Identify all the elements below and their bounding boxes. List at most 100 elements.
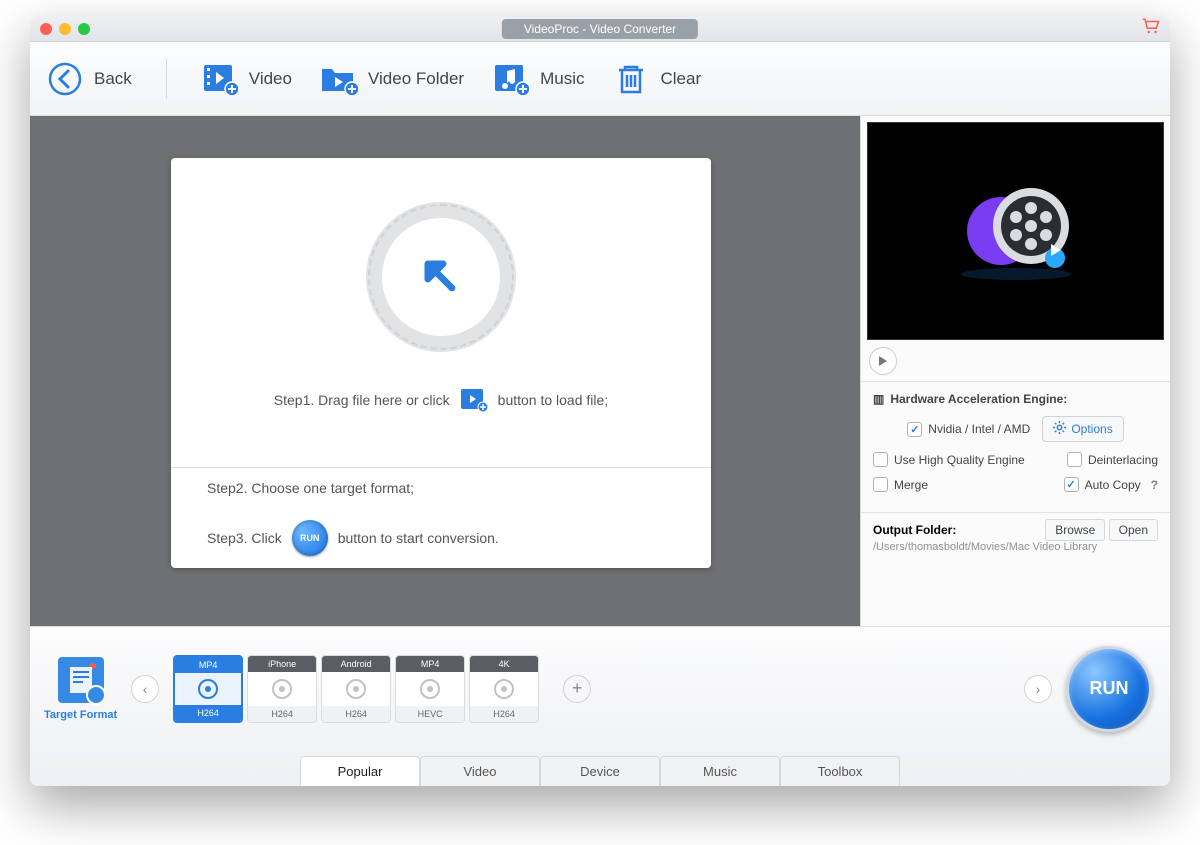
add-video-button[interactable]: Video	[201, 60, 292, 98]
preset-prev-button[interactable]: ‹	[131, 675, 159, 703]
nvidia-checkbox[interactable]	[907, 422, 922, 437]
footer: Target Format ‹ MP4H264iPhoneH264Android…	[30, 626, 1170, 786]
maximize-icon[interactable]	[78, 23, 90, 35]
target-format-label: Target Format	[44, 709, 117, 721]
options-button[interactable]: Options	[1042, 416, 1123, 442]
preset-top-label: MP4	[175, 657, 241, 673]
video-icon	[201, 60, 239, 98]
preset-top-label: Android	[322, 656, 390, 672]
tab-toolbox[interactable]: Toolbox	[780, 756, 900, 786]
help-icon[interactable]: ?	[1151, 478, 1158, 492]
preset-mid-icon	[175, 673, 241, 705]
separator	[166, 59, 167, 99]
merge-checkbox[interactable]	[873, 477, 888, 492]
minimize-icon[interactable]	[59, 23, 71, 35]
preset-list: MP4 H264 iPhone H264 Android H264 MP4 HEVC 4K H26…	[173, 655, 539, 723]
folder-icon	[320, 60, 358, 98]
preset-bot-label: H264	[248, 706, 316, 722]
output-folder-panel: Output Folder: Browse Open /Users/thomas…	[861, 512, 1170, 563]
target-format-icon[interactable]	[58, 657, 104, 703]
preset-mid-icon	[322, 672, 390, 706]
hw-accel-title: ▥ Hardware Acceleration Engine:	[873, 392, 1158, 406]
clear-button[interactable]: Clear	[612, 60, 701, 98]
deinterlace-label: Deinterlacing	[1088, 453, 1158, 467]
output-path: /Users/thomasboldt/Movies/Mac Video Libr…	[873, 541, 1158, 553]
play-button[interactable]	[869, 347, 897, 375]
run-mini-icon: RUN	[292, 520, 328, 556]
drop-card[interactable]: Step1. Drag file here or click button to…	[171, 158, 711, 568]
open-button[interactable]: Open	[1109, 519, 1158, 541]
add-music-button[interactable]: Music	[492, 60, 584, 98]
nvidia-label: Nvidia / Intel / AMD	[928, 422, 1030, 436]
preset-iphone-h264[interactable]: iPhone H264	[247, 655, 317, 723]
back-button[interactable]: Back	[46, 60, 132, 98]
preview-controls	[861, 340, 1170, 382]
preset-next-button[interactable]: ›	[1024, 675, 1052, 703]
autocopy-label: Auto Copy	[1085, 478, 1141, 492]
preset-mid-icon	[248, 672, 316, 706]
tab-music[interactable]: Music	[660, 756, 780, 786]
hq-checkbox[interactable]	[873, 452, 888, 467]
preset-mp4-hevc[interactable]: MP4 HEVC	[395, 655, 465, 723]
tab-popular[interactable]: Popular	[300, 756, 420, 786]
run-button[interactable]: RUN	[1066, 646, 1152, 732]
cart-icon[interactable]	[1142, 18, 1160, 39]
preset-bot-label: HEVC	[396, 706, 464, 722]
preset-bot-label: H264	[175, 705, 241, 721]
app-logo-icon	[951, 166, 1081, 296]
drop-circle-icon	[366, 202, 516, 352]
drop-zone-pane: Step1. Drag file here or click button to…	[30, 116, 860, 626]
trash-icon	[612, 60, 650, 98]
deinterlace-checkbox[interactable]	[1067, 452, 1082, 467]
target-format-label-block: Target Format	[44, 657, 117, 721]
merge-label: Merge	[894, 478, 928, 492]
preset-mid-icon	[470, 672, 538, 706]
chip-icon: ▥	[873, 392, 884, 406]
hq-label: Use High Quality Engine	[894, 453, 1025, 467]
window-controls	[40, 23, 90, 35]
content-area: Step1. Drag file here or click button to…	[30, 116, 1170, 626]
close-icon[interactable]	[40, 23, 52, 35]
add-preset-button[interactable]: +	[563, 675, 591, 703]
preset-mid-icon	[396, 672, 464, 706]
step2-text: Step2. Choose one target format;	[171, 467, 711, 508]
preset-bot-label: H264	[470, 706, 538, 722]
titlebar: VideoProc - Video Converter	[30, 16, 1170, 42]
preset-top-label: MP4	[396, 656, 464, 672]
preset-bot-label: H264	[322, 706, 390, 722]
step1-suffix: button to load file;	[498, 392, 609, 408]
clear-label: Clear	[660, 69, 701, 89]
browse-button[interactable]: Browse	[1045, 519, 1105, 541]
window-title: VideoProc - Video Converter	[502, 19, 698, 39]
step1-text: Step1. Drag file here or click button to…	[238, 376, 644, 424]
preset-mp4-h264[interactable]: MP4 H264	[173, 655, 243, 723]
format-tabs: PopularVideoDeviceMusicToolbox	[30, 750, 1170, 786]
preset-top-label: 4K	[470, 656, 538, 672]
autocopy-checkbox[interactable]	[1064, 477, 1079, 492]
step3-prefix: Step3. Click	[207, 530, 282, 546]
tab-device[interactable]: Device	[540, 756, 660, 786]
options-panel: ▥ Hardware Acceleration Engine: Nvidia /…	[861, 382, 1170, 512]
back-label: Back	[94, 69, 132, 89]
preset-top-label: iPhone	[248, 656, 316, 672]
preview-panel	[867, 122, 1164, 340]
add-video-folder-button[interactable]: Video Folder	[320, 60, 464, 98]
video-label: Video	[249, 69, 292, 89]
preset-4k-h264[interactable]: 4K H264	[469, 655, 539, 723]
sidebar: ▥ Hardware Acceleration Engine: Nvidia /…	[860, 116, 1170, 626]
back-icon	[46, 60, 84, 98]
step3-row: Step3. Click RUN button to start convers…	[171, 508, 711, 568]
music-label: Music	[540, 69, 584, 89]
preset-android-h264[interactable]: Android H264	[321, 655, 391, 723]
video-folder-label: Video Folder	[368, 69, 464, 89]
drop-area[interactable]: Step1. Drag file here or click button to…	[171, 158, 711, 467]
app-window: VideoProc - Video Converter Back Video V…	[30, 16, 1170, 786]
music-icon	[492, 60, 530, 98]
tab-video[interactable]: Video	[420, 756, 540, 786]
output-folder-label: Output Folder:	[873, 523, 956, 537]
step1-prefix: Step1. Drag file here or click	[274, 392, 450, 408]
format-row: Target Format ‹ MP4H264iPhoneH264Android…	[30, 627, 1170, 750]
step3-suffix: button to start conversion.	[338, 530, 499, 546]
video-mini-icon	[460, 388, 488, 412]
gear-icon	[1053, 421, 1066, 437]
